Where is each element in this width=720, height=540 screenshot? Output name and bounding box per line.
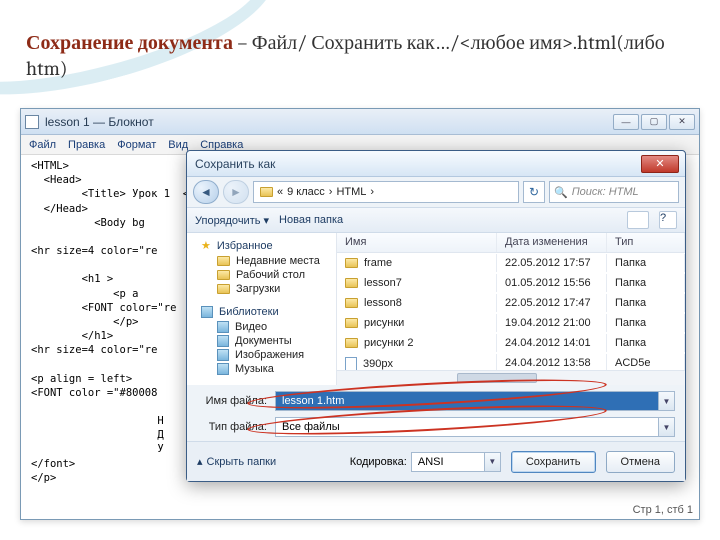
search-input[interactable]: 🔍 Поиск: HTML bbox=[549, 181, 679, 203]
star-icon: ★ bbox=[201, 239, 211, 252]
chevron-up-icon: ▴ bbox=[197, 455, 203, 468]
file-icon bbox=[345, 357, 357, 370]
library-icon bbox=[217, 321, 229, 333]
library-icon bbox=[217, 335, 229, 347]
search-placeholder: Поиск: HTML bbox=[572, 186, 639, 198]
lib-images[interactable]: Изображения bbox=[187, 348, 336, 362]
hide-folders-link[interactable]: ▴Скрыть папки bbox=[197, 455, 276, 468]
organize-button[interactable]: Упорядочить ▾ bbox=[195, 214, 269, 227]
file-row[interactable]: рисунки19.04.2012 21:00Папка bbox=[337, 313, 685, 333]
dialog-title: Сохранить как bbox=[195, 157, 275, 171]
chevron-down-icon[interactable]: ▼ bbox=[658, 418, 674, 436]
notepad-titlebar: lesson 1 — Блокнот — ▢ ✕ bbox=[21, 109, 699, 135]
menu-view[interactable]: Вид bbox=[168, 139, 188, 151]
nav-pane: ★Избранное Недавние места Рабочий стол З… bbox=[187, 233, 337, 385]
file-list[interactable]: frame22.05.2012 17:57Папкаlesson701.05.2… bbox=[337, 253, 685, 370]
file-row[interactable]: рисунки 224.04.2012 14:01Папка bbox=[337, 333, 685, 353]
breadcrumb[interactable]: « 9 класс › HTML › bbox=[253, 181, 519, 203]
help-button[interactable]: ? bbox=[659, 211, 677, 229]
favorites-group[interactable]: ★Избранное bbox=[187, 237, 336, 254]
lib-video[interactable]: Видео bbox=[187, 320, 336, 334]
library-icon bbox=[201, 306, 213, 318]
fav-downloads[interactable]: Загрузки bbox=[187, 282, 336, 296]
new-folder-button[interactable]: Новая папка bbox=[279, 214, 343, 226]
folder-icon bbox=[345, 298, 358, 308]
folder-icon bbox=[345, 318, 358, 328]
menu-format[interactable]: Формат bbox=[117, 139, 156, 151]
encoding-group: Кодировка: ANSI ▼ bbox=[350, 452, 501, 472]
folder-icon bbox=[345, 278, 358, 288]
slide-title: Сохранение документа – Файл/ Сохранить к… bbox=[26, 30, 694, 82]
column-headers: Имя Дата изменения Тип bbox=[337, 233, 685, 253]
menu-file[interactable]: Файл bbox=[29, 139, 56, 151]
notepad-statusbar: Стр 1, стб 1 bbox=[633, 501, 693, 519]
minimize-button[interactable]: — bbox=[613, 114, 639, 130]
save-as-dialog: Сохранить как ✕ ◄ ► « 9 класс › HTML › ↻… bbox=[186, 150, 686, 482]
chevron-down-icon[interactable]: ▼ bbox=[484, 453, 500, 471]
status-pos: Стр 1, стб 1 bbox=[633, 504, 693, 516]
col-name[interactable]: Имя bbox=[337, 233, 497, 252]
folder-icon bbox=[345, 338, 358, 348]
forward-button[interactable]: ► bbox=[223, 180, 249, 204]
scroll-thumb[interactable] bbox=[457, 373, 537, 383]
dialog-toolbar: Упорядочить ▾ Новая папка ? bbox=[187, 207, 685, 233]
notepad-title: lesson 1 — Блокнот bbox=[45, 115, 154, 129]
nav-row: ◄ ► « 9 класс › HTML › ↻ 🔍 Поиск: HTML bbox=[187, 177, 685, 207]
dialog-footer: ▴Скрыть папки Кодировка: ANSI ▼ Сохранит… bbox=[187, 441, 685, 481]
col-type[interactable]: Тип bbox=[607, 233, 685, 252]
folder-icon bbox=[217, 284, 230, 294]
encoding-select[interactable]: ANSI ▼ bbox=[411, 452, 501, 472]
cancel-button[interactable]: Отмена bbox=[606, 451, 675, 473]
file-fields: Имя файла: lesson 1.htm ▼ Тип файла: Все… bbox=[187, 385, 685, 443]
filetype-label: Тип файла: bbox=[197, 421, 267, 433]
lib-music[interactable]: Музыка bbox=[187, 362, 336, 376]
maximize-button[interactable]: ▢ bbox=[641, 114, 667, 130]
notepad-icon bbox=[25, 115, 39, 129]
chevron-down-icon[interactable]: ▼ bbox=[658, 392, 674, 410]
file-row[interactable]: 390px24.04.2012 13:58ACD5e bbox=[337, 353, 685, 370]
library-icon bbox=[217, 363, 229, 375]
folder-icon bbox=[217, 270, 230, 280]
save-button[interactable]: Сохранить bbox=[511, 451, 596, 473]
slide-title-red: Сохранение документа bbox=[26, 31, 233, 54]
file-pane: Имя Дата изменения Тип frame22.05.2012 1… bbox=[337, 233, 685, 385]
dialog-titlebar: Сохранить как ✕ bbox=[187, 151, 685, 177]
h-scrollbar[interactable] bbox=[337, 370, 685, 385]
folder-icon bbox=[217, 256, 230, 266]
encoding-label: Кодировка: bbox=[350, 456, 407, 468]
search-icon: 🔍 bbox=[554, 186, 568, 199]
file-row[interactable]: lesson701.05.2012 15:56Папка bbox=[337, 273, 685, 293]
back-button[interactable]: ◄ bbox=[193, 180, 219, 204]
filename-input[interactable]: lesson 1.htm ▼ bbox=[275, 391, 675, 411]
refresh-button[interactable]: ↻ bbox=[523, 181, 545, 203]
col-date[interactable]: Дата изменения bbox=[497, 233, 607, 252]
folder-icon bbox=[260, 187, 273, 197]
menu-edit[interactable]: Правка bbox=[68, 139, 105, 151]
libraries-group[interactable]: Библиотеки bbox=[187, 304, 336, 320]
dialog-close-button[interactable]: ✕ bbox=[641, 155, 679, 173]
fav-desktop[interactable]: Рабочий стол bbox=[187, 268, 336, 282]
folder-icon bbox=[345, 258, 358, 268]
library-icon bbox=[217, 349, 229, 361]
file-row[interactable]: frame22.05.2012 17:57Папка bbox=[337, 253, 685, 273]
file-row[interactable]: lesson822.05.2012 17:47Папка bbox=[337, 293, 685, 313]
close-button[interactable]: ✕ bbox=[669, 114, 695, 130]
dialog-body: ★Избранное Недавние места Рабочий стол З… bbox=[187, 233, 685, 385]
lib-docs[interactable]: Документы bbox=[187, 334, 336, 348]
filetype-select[interactable]: Все файлы ▼ bbox=[275, 417, 675, 437]
view-button[interactable] bbox=[627, 211, 649, 229]
filename-label: Имя файла: bbox=[197, 395, 267, 407]
window-buttons: — ▢ ✕ bbox=[613, 114, 695, 130]
fav-recent[interactable]: Недавние места bbox=[187, 254, 336, 268]
menu-help[interactable]: Справка bbox=[200, 139, 243, 151]
